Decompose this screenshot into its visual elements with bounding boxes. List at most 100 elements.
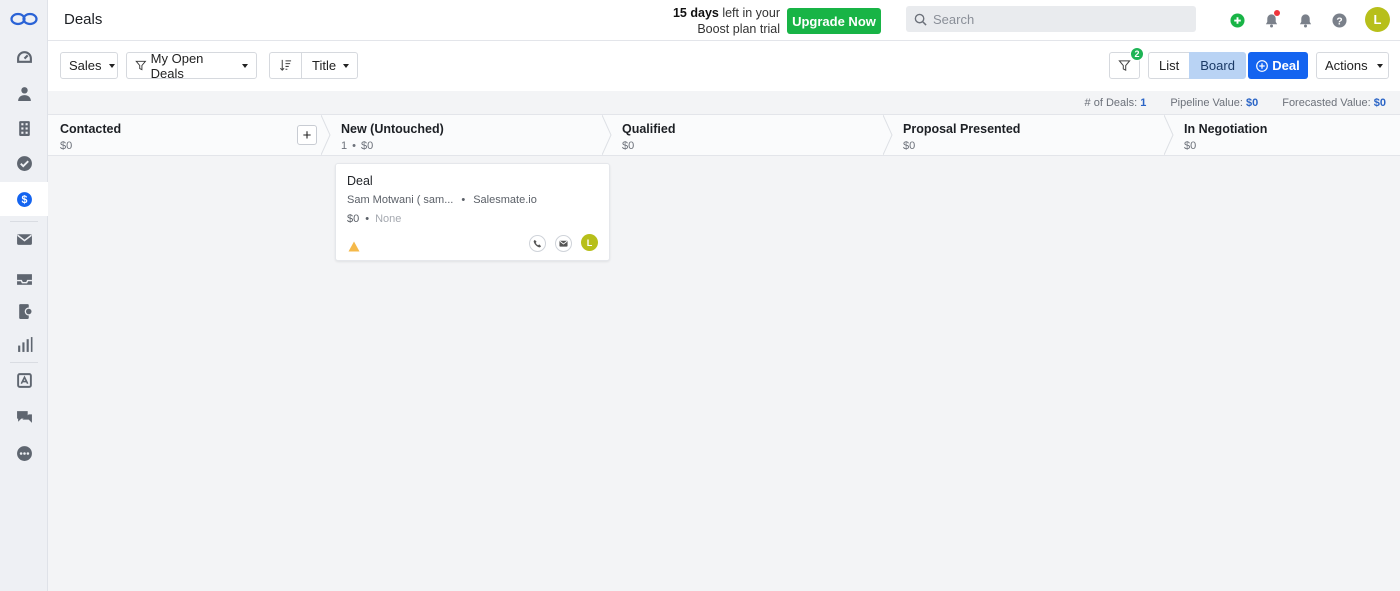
sidebar-item-inbox[interactable] (0, 262, 48, 296)
filter-count-badge: 2 (1130, 47, 1144, 61)
plus-circle-icon (1229, 12, 1245, 28)
bell-icon (1299, 13, 1311, 27)
caret-down-icon (343, 63, 350, 68)
call-button[interactable] (529, 235, 546, 252)
view-filter-select[interactable]: My Open Deals (126, 50, 257, 81)
help-button[interactable]: ? (1330, 11, 1348, 29)
deal-contact[interactable]: Sam Motwani ( sam... (347, 194, 453, 206)
plus-icon: + (302, 126, 312, 144)
deal-value-row: $0 • None (347, 213, 402, 225)
stage-column-new[interactable]: New (Untouched) 1 • $0 (329, 115, 610, 155)
warning-icon (348, 241, 360, 252)
stage-column-contacted[interactable]: Contacted $0 + (48, 115, 329, 155)
more-icon (16, 445, 32, 461)
sidebar-item-tasks[interactable] (0, 146, 48, 180)
deal-count-stat: # of Deals: 1 (1085, 97, 1147, 109)
sidebar-item-products[interactable] (0, 294, 48, 328)
sidebar-item-more[interactable] (0, 436, 48, 470)
email-icon (559, 240, 568, 247)
email-icon (16, 233, 32, 245)
sidebar-item-dashboard[interactable] (0, 40, 48, 74)
user-avatar[interactable]: L (1365, 7, 1390, 32)
sort-field-label: Title (312, 58, 337, 73)
stage-value: $0 (1184, 140, 1197, 152)
search-box[interactable] (906, 6, 1196, 32)
deal-value: $0 (347, 213, 360, 225)
pipeline-value-stat: Pipeline Value: $0 (1170, 97, 1258, 109)
view-switcher: List Board (1148, 52, 1246, 79)
stage-name: In Negotiation (1184, 122, 1268, 136)
sidebar-item-automation[interactable] (0, 363, 48, 397)
svg-text:$: $ (21, 194, 27, 206)
actions-label: Actions (1325, 58, 1368, 73)
sort-control: Title (269, 52, 358, 79)
search-input[interactable] (933, 11, 1183, 27)
stage-name: New (Untouched) (341, 122, 444, 136)
deal-company[interactable]: Salesmate.io (473, 194, 537, 206)
phone-icon (533, 239, 542, 248)
stage-count: 1 (341, 140, 348, 152)
sidebar-item-companies[interactable] (0, 111, 48, 145)
deal-card[interactable]: Deal Sam Motwani ( sam... • Salesmate.io $… (335, 163, 610, 261)
help-icon: ? (1331, 12, 1347, 28)
stage-header-row: Contacted $0 + New (Untouched) 1 • $0 Qual… (48, 114, 1400, 156)
automation-icon (16, 372, 32, 388)
stage-name: Proposal Presented (903, 122, 1021, 136)
companies-icon (18, 120, 30, 136)
chat-icon (16, 410, 32, 423)
stage-meta: 1 • $0 (341, 140, 374, 152)
stage-value: $0 (60, 140, 73, 152)
sidebar-item-reports[interactable] (0, 327, 48, 361)
caret-down-icon (108, 63, 115, 68)
sidebar-item-chat[interactable] (0, 400, 48, 434)
stage-column-qualified[interactable]: Qualified $0 (610, 115, 891, 155)
stage-value: $0 (903, 140, 916, 152)
sidebar: $ (0, 0, 48, 591)
quick-add-button[interactable] (1228, 11, 1246, 29)
board-view-button[interactable]: Board (1189, 52, 1246, 79)
deal-title[interactable]: Deal (347, 174, 373, 188)
caret-down-icon (242, 63, 248, 68)
trial-text-line1: left in your (718, 6, 780, 20)
email-button[interactable] (555, 235, 572, 252)
actions-menu-button[interactable]: Actions (1316, 52, 1389, 79)
inbox-icon (16, 273, 32, 285)
sort-descending-icon (280, 59, 292, 71)
toolbar: Sales My Open Deals Title 2 List Board D… (48, 41, 1400, 91)
pipeline-stats: # of Deals: 1 Pipeline Value: $0 Forecas… (48, 91, 1400, 114)
sidebar-item-deals[interactable]: $ (0, 182, 48, 216)
sort-direction-button[interactable] (269, 52, 301, 79)
app-logo-icon[interactable] (10, 9, 38, 29)
pipeline-value-value: $0 (1245, 96, 1259, 109)
pipeline-select[interactable]: Sales (60, 52, 118, 79)
add-deal-button[interactable]: Deal (1248, 52, 1308, 79)
plus-circle-icon (1256, 59, 1269, 72)
sort-field-select[interactable]: Title (301, 52, 358, 79)
stage-column-negotiation[interactable]: In Negotiation $0 (1172, 115, 1400, 155)
stage-name: Contacted (60, 122, 122, 136)
deal-owner-avatar[interactable]: L (581, 234, 598, 251)
stage-value: $0 (360, 140, 374, 152)
page-title: Deals (64, 11, 103, 28)
trial-notice: 15 days left in your Boost plan trial (658, 5, 780, 37)
alerts-button[interactable] (1296, 11, 1314, 29)
stage-column-proposal[interactable]: Proposal Presented $0 (891, 115, 1172, 155)
trial-days: 15 days (672, 6, 719, 20)
notifications-button[interactable] (1262, 10, 1280, 29)
dashboard-icon (16, 50, 32, 63)
view-filter-label: My Open Deals (150, 50, 204, 81)
funnel-icon (1118, 60, 1131, 71)
sidebar-item-contacts[interactable] (0, 76, 48, 110)
trial-text-line2: Boost plan trial (697, 22, 780, 36)
sidebar-item-email[interactable] (0, 222, 48, 256)
search-icon (914, 13, 927, 26)
pipeline-value-label: Pipeline Value: (1170, 96, 1243, 109)
add-stage-deal-button[interactable]: + (297, 125, 317, 145)
notification-dot (1274, 10, 1280, 16)
upgrade-now-button[interactable]: Upgrade Now (787, 8, 881, 34)
stage-name: Qualified (622, 122, 676, 136)
forecast-value-stat: Forecasted Value: $0 (1282, 97, 1386, 109)
list-view-button[interactable]: List (1148, 52, 1190, 79)
deal-people: Sam Motwani ( sam... • Salesmate.io (347, 194, 537, 206)
tasks-icon (16, 155, 32, 171)
